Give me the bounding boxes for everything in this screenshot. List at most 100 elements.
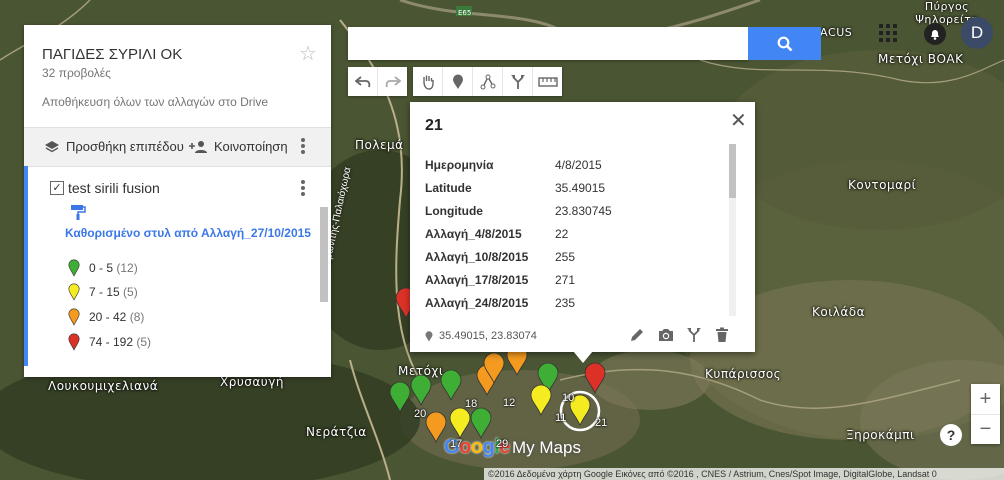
search-icon — [777, 36, 792, 51]
search-button[interactable] — [748, 27, 821, 60]
popup-coords-text: 35.49015, 23.83074 — [439, 330, 537, 342]
popup-title: 21 — [425, 117, 443, 134]
marker-icon — [68, 259, 80, 277]
place-label: ΑCUS — [820, 26, 853, 39]
marker-label: 20 — [414, 408, 427, 420]
marker-label: 29 — [496, 438, 509, 450]
popup-pointer — [573, 351, 593, 363]
marker-icon — [452, 74, 463, 89]
attribute-value: 23.830745 — [555, 204, 612, 218]
save-status: Αποθήκευση όλων των αλλαγών στο Drive — [42, 95, 269, 109]
zoom-in-button[interactable]: + — [971, 384, 1000, 415]
camera-icon[interactable] — [657, 327, 675, 343]
legend-item[interactable]: 0 - 5 (12) — [68, 259, 138, 277]
zoom-control: + − — [971, 384, 1000, 444]
layer-name[interactable]: test sirili fusion — [68, 180, 160, 196]
undo-redo-group — [348, 67, 407, 96]
marker-label: 10 — [562, 392, 575, 404]
directions-icon[interactable] — [686, 327, 702, 343]
share-button[interactable]: Κοινοποίηση — [188, 139, 288, 154]
marker-label: 18 — [465, 398, 478, 410]
ruler-icon — [537, 76, 558, 87]
panel-actions-bar: Προσθήκη επιπέδου Κοινοποίηση — [24, 127, 331, 167]
bell-icon — [931, 30, 939, 40]
tools-group — [413, 67, 562, 96]
map-attribution: ©2016 Δεδομένα χάρτη Google Εικόνες από … — [484, 468, 1004, 480]
attribute-value: 4/8/2015 — [555, 158, 602, 172]
place-label: Κοιλάδα — [812, 305, 866, 319]
legend-item[interactable]: 20 - 42 (8) — [68, 308, 144, 326]
attribute-key: Ημερομηνία — [425, 158, 494, 172]
directions-button[interactable] — [503, 67, 533, 96]
star-icon[interactable]: ☆ — [299, 41, 317, 66]
layer-visibility-checkbox[interactable]: ✓ — [50, 181, 64, 195]
help-button[interactable]: ? — [940, 424, 962, 446]
attribute-key: Αλλαγή_10/8/2015 — [425, 250, 529, 264]
apps-grid-icon[interactable] — [879, 24, 897, 42]
style-link[interactable]: Καθορισμένο στυλ από Αλλαγή_27/10/2015 — [65, 226, 311, 240]
popup-scrollbar-thumb[interactable] — [729, 144, 736, 198]
paint-roller-icon[interactable] — [70, 204, 86, 220]
place-label: Ξηροκάμπι — [846, 428, 915, 442]
legend-count: (5) — [123, 285, 138, 299]
edit-icon[interactable] — [629, 327, 645, 343]
attribute-key: Αλλαγή_4/8/2015 — [425, 227, 522, 241]
marker-icon — [68, 283, 80, 301]
legend-count: (8) — [129, 310, 145, 324]
legend-count: (5) — [136, 335, 152, 349]
account-avatar[interactable]: D — [961, 17, 993, 49]
share-label: Κοινοποίηση — [214, 139, 288, 154]
attribute-key: Longitude — [425, 204, 483, 218]
notifications-button[interactable] — [924, 23, 946, 45]
add-layer-label: Προσθήκη επιπέδου — [66, 139, 184, 154]
place-label: Κυπάρισσος — [705, 367, 782, 381]
hand-icon — [422, 75, 434, 90]
legend-range: 20 - 42 — [89, 310, 127, 324]
trash-icon[interactable] — [715, 327, 729, 343]
attribute-value: 235 — [555, 296, 576, 310]
place-label: Μετόχι ΒΟΑΚ — [878, 52, 964, 66]
measure-button[interactable] — [533, 67, 562, 96]
place-label: Χρυσαυγή — [220, 375, 284, 389]
redo-button[interactable] — [378, 67, 407, 96]
close-icon[interactable]: ✕ — [730, 108, 747, 133]
marker-label: 12 — [503, 397, 516, 409]
draw-line-button[interactable] — [473, 67, 503, 96]
attribute-value: 22 — [555, 227, 569, 241]
legend-count: (12) — [116, 261, 138, 275]
place-label: Πολεμά — [355, 138, 404, 152]
feature-info-popup: 21 ✕ Ημερομηνία 4/8/2015 Latitude 35.49015 L… — [410, 102, 755, 352]
mymaps-logo: My Maps — [512, 438, 581, 457]
attribute-value: 255 — [555, 250, 576, 264]
panel-scrollbar[interactable] — [320, 207, 328, 302]
redo-icon — [385, 75, 401, 87]
place-label: Νεράτζια — [306, 425, 367, 439]
undo-button[interactable] — [348, 67, 378, 96]
directions-icon — [510, 74, 525, 89]
legend-range: 7 - 15 — [89, 285, 120, 299]
undo-icon — [354, 75, 370, 87]
add-layer-button[interactable]: Προσθήκη επιπέδου — [44, 139, 184, 154]
popup-coordinates: 35.49015, 23.83074 — [425, 330, 537, 342]
legend-range: 0 - 5 — [89, 261, 114, 275]
layer-more-vert-icon[interactable] — [300, 179, 306, 197]
add-marker-button[interactable] — [443, 67, 473, 96]
map-title[interactable]: ΠΑΓΙΔΕΣ ΣΥΡΙΛΙ ΟΚ — [42, 46, 182, 63]
select-hand-button[interactable] — [413, 67, 443, 96]
marker-label: 11 — [555, 412, 567, 424]
legend-item[interactable]: 7 - 15 (5) — [68, 283, 138, 301]
zoom-out-button[interactable]: − — [971, 414, 1000, 444]
legend-item[interactable]: 74 - 192 (5) — [68, 333, 151, 351]
search-input[interactable] — [348, 27, 748, 60]
attribute-key: Latitude — [425, 181, 472, 195]
marker-label: 21 — [595, 417, 608, 429]
view-count: 32 προβολές — [42, 66, 111, 80]
more-vert-icon[interactable] — [300, 137, 306, 155]
attribute-key: Αλλαγή_17/8/2015 — [425, 273, 529, 287]
draw-line-icon — [480, 74, 495, 89]
marker-label: 17 — [450, 438, 463, 450]
attribute-key: Αλλαγή_24/8/2015 — [425, 296, 529, 310]
place-label: Μετόχι — [398, 364, 444, 378]
add-person-icon — [189, 140, 207, 153]
place-label: Κοντομαρί — [848, 178, 917, 192]
